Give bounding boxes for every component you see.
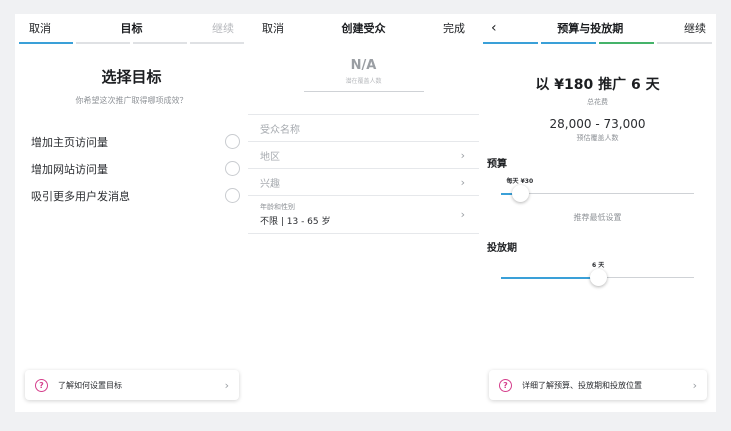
promotion-summary: 以 ¥180 推广 6 天 [535, 77, 660, 93]
audience-panel: 取消 创建受众 完成 N/A 潜在覆盖人数 受众名称 地区 › 兴趣 › 年龄和… [248, 14, 479, 412]
objective-subtitle: 你希望这次推广取得哪项成效？ [75, 96, 188, 105]
step-indicator [133, 42, 187, 44]
question-icon: ? [35, 378, 48, 392]
chevron-right-icon: › [692, 378, 697, 392]
panel-title: 目标 [120, 22, 143, 35]
continue-button[interactable]: 继续 [212, 20, 234, 36]
chevron-right-icon: › [460, 148, 465, 162]
step-indicator [483, 42, 538, 44]
potential-reach: N/A 潜在覆盖人数 [248, 58, 479, 92]
done-button[interactable]: 完成 [443, 20, 465, 36]
audience-name-placeholder: 受众名称 [260, 124, 300, 136]
help-text: 了解如何设置目标 [58, 380, 122, 390]
objective-panel: 取消 目标 继续 选择目标 你希望这次推广取得哪项成效？ 增加主页访问量 增加网… [15, 14, 248, 412]
app-frame: 取消 目标 继续 选择目标 你希望这次推广取得哪项成效？ 增加主页访问量 增加网… [15, 14, 716, 412]
back-arrow-icon[interactable]: ‹ [491, 20, 497, 36]
cancel-button[interactable]: 取消 [262, 20, 284, 36]
panel-title: 创建受众 [341, 22, 386, 35]
help-card[interactable]: ? 详细了解预算、投放期和投放位置 › [489, 370, 707, 400]
step-indicator [76, 42, 130, 44]
audience-form: 受众名称 地区 › 兴趣 › 年龄和性别 不限 | 13 - 65 岁 › [248, 114, 479, 234]
slider-fill [501, 277, 598, 279]
objective-option-messages[interactable]: 吸引更多用户发消息 [15, 182, 248, 209]
age-gender-row[interactable]: 年龄和性别 不限 | 13 - 65 岁 › [248, 196, 479, 234]
step-progress [15, 42, 248, 44]
panel-title: 预算与投放期 [557, 22, 624, 35]
step-indicator [541, 42, 596, 44]
slider-track [501, 193, 694, 194]
option-label: 吸引更多用户发消息 [31, 189, 130, 203]
chevron-right-icon: › [460, 208, 465, 221]
step-progress [479, 42, 716, 44]
duration-heading: 投放期 [487, 243, 517, 254]
reach-value: N/A [350, 58, 377, 73]
question-icon: ? [499, 378, 512, 392]
step-indicator [599, 42, 654, 44]
recommend-minimum: 推荐最低设置 [573, 213, 622, 222]
budget-header: ‹ 预算与投放期 继续 [479, 14, 716, 42]
audience-name-field[interactable]: 受众名称 [248, 115, 479, 142]
slider-handle[interactable] [590, 269, 607, 286]
interests-label: 兴趣 [260, 178, 280, 190]
option-label: 增加主页访问量 [31, 135, 108, 149]
radio-button[interactable] [225, 161, 240, 176]
interests-row[interactable]: 兴趣 › [248, 169, 479, 196]
estimated-reach-value: 28,000 - 73,000 [549, 117, 646, 131]
estimated-reach-label: 预估覆盖人数 [576, 134, 619, 142]
objective-header: 取消 目标 继续 [15, 14, 248, 42]
step-indicator [657, 42, 712, 44]
duration-slider[interactable]: 6 天 [501, 254, 694, 288]
chevron-right-icon: › [460, 175, 465, 189]
age-gender-label: 年龄和性别 [260, 203, 295, 211]
location-row[interactable]: 地区 › [248, 142, 479, 169]
objective-options: 增加主页访问量 增加网站访问量 吸引更多用户发消息 [15, 128, 248, 209]
objective-option-website[interactable]: 增加网站访问量 [15, 155, 248, 182]
help-card[interactable]: ? 了解如何设置目标 › [25, 370, 239, 400]
slider-handle[interactable] [512, 185, 529, 202]
audience-header: 取消 创建受众 完成 [248, 14, 479, 42]
total-spend-label: 总花费 [587, 98, 608, 106]
reach-label: 潜在覆盖人数 [345, 78, 382, 85]
radio-button[interactable] [225, 134, 240, 149]
radio-button[interactable] [225, 188, 240, 203]
help-text: 详细了解预算、投放期和投放位置 [522, 380, 642, 390]
budget-value-label: 每天 ¥30 [506, 178, 534, 185]
step-indicator [190, 42, 244, 44]
budget-slider[interactable]: 每天 ¥30 [501, 170, 694, 204]
budget-heading: 预算 [487, 159, 507, 170]
option-label: 增加网站访问量 [31, 162, 108, 176]
age-gender-value: 不限 | 13 - 65 岁 [260, 217, 331, 227]
continue-button[interactable]: 继续 [684, 20, 706, 36]
objective-title: 选择目标 [101, 68, 162, 86]
budget-panel: ‹ 预算与投放期 继续 以 ¥180 推广 6 天 总花费 28,000 - 7… [479, 14, 716, 412]
duration-value-label: 6 天 [592, 262, 605, 269]
step-indicator [19, 42, 73, 44]
objective-option-profile[interactable]: 增加主页访问量 [15, 128, 248, 155]
location-label: 地区 [260, 151, 280, 163]
chevron-right-icon: › [224, 378, 229, 392]
cancel-button[interactable]: 取消 [29, 20, 51, 36]
